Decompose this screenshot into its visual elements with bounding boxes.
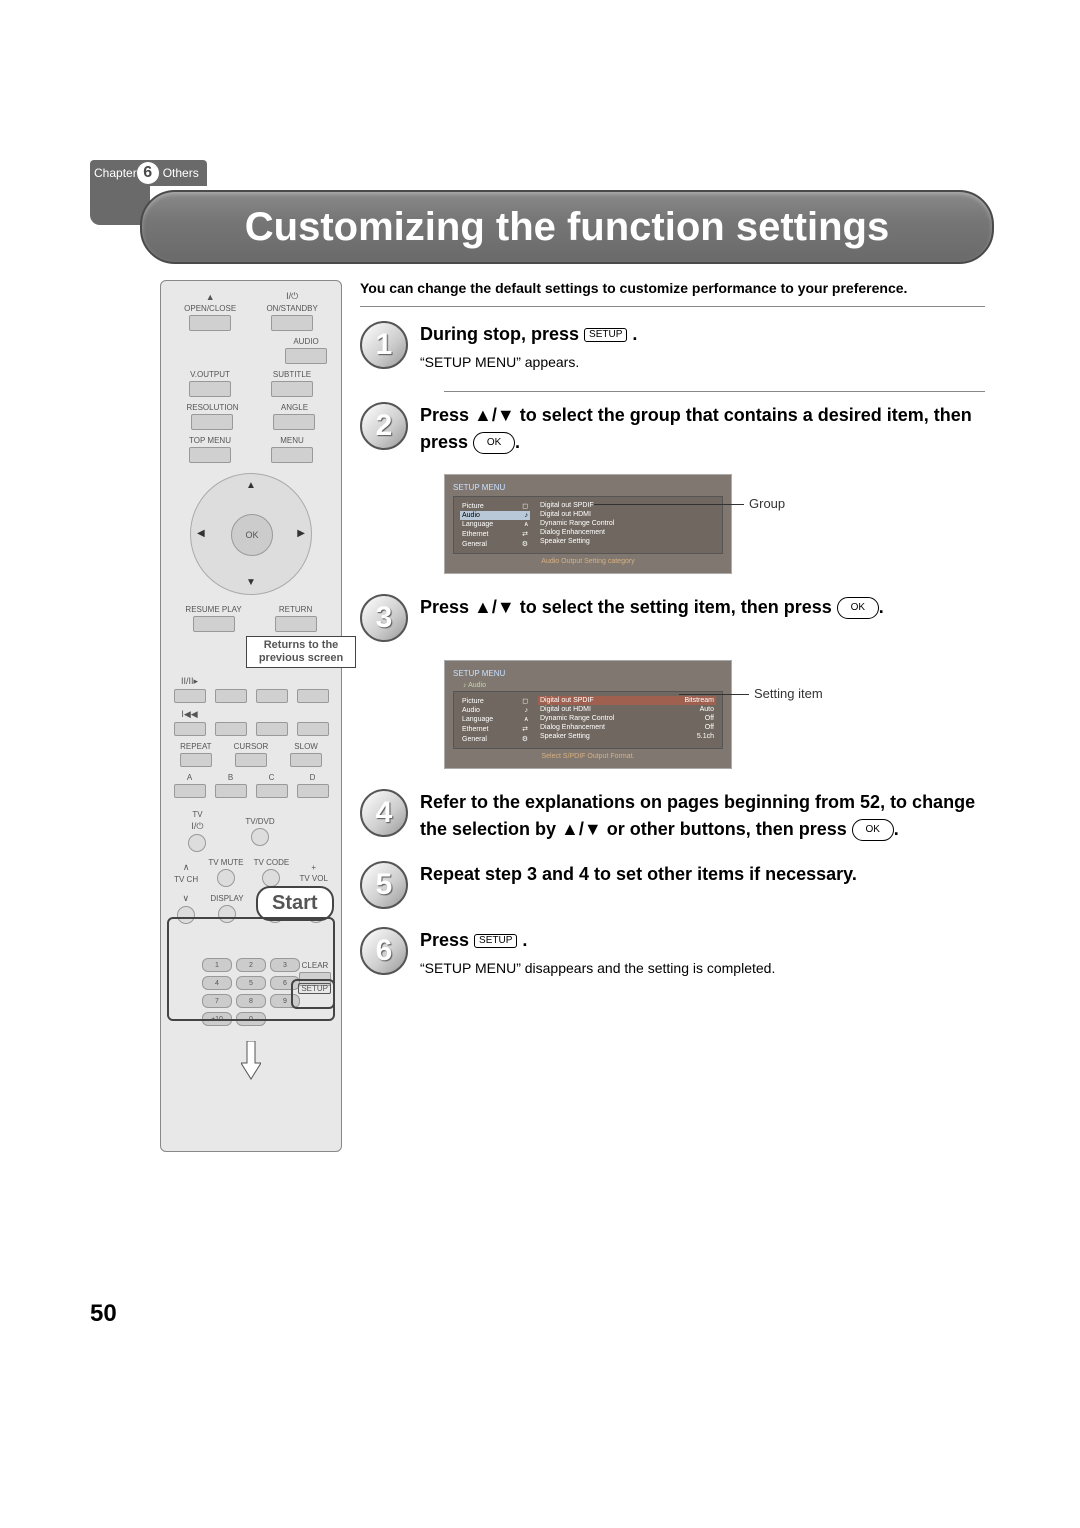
remote-control-diagram: ▲OPEN/CLOSE I/⏻ON/STANDBY AUDIO V.OUTPUT… (160, 280, 342, 1152)
remote-label-resolution: RESOLUTION (186, 403, 238, 412)
step-number-4: 4 (360, 789, 408, 837)
down-arrow-icon (497, 597, 515, 617)
remote-label-return: RETURN (279, 605, 312, 614)
chapter-number: 6 (137, 162, 159, 184)
remote-label-setup: SETUP (298, 983, 331, 994)
up-arrow-icon (474, 405, 492, 425)
step-number-3: 3 (360, 594, 408, 642)
remote-label-resumeplay: RESUME PLAY (185, 605, 241, 614)
remote-label-onstandby: ON/STANDBY (266, 304, 317, 313)
remote-label-angle: ANGLE (281, 403, 308, 412)
remote-label-topmenu: TOP MENU (189, 436, 231, 445)
ok-button-icon: OK (837, 597, 879, 619)
chapter-tab: Chapter 6 Others (90, 160, 207, 186)
remote-label-audio: AUDIO (293, 337, 318, 346)
setup-menu-diagram-1: SETUP MENU Picture◻Audio♪LanguageᴀEthern… (444, 474, 732, 574)
step-4: 4 Refer to the explanations on pages beg… (360, 789, 985, 843)
step-2: 2 Press / to select the group that conta… (360, 402, 985, 456)
remote-label-subtitle: SUBTITLE (273, 370, 311, 379)
remote-dpad: ▲ ◀ ▶ ▼ OK (190, 473, 312, 595)
setup-menu-diagram-2: SETUP MENU ♪ Audio Picture◻Audio♪Languag… (444, 660, 732, 769)
step-number-1: 1 (360, 321, 408, 369)
step-number-5: 5 (360, 861, 408, 909)
page-number: 50 (90, 1300, 117, 1328)
remote-label-voutput: V.OUTPUT (190, 370, 230, 379)
remote-ok-button: OK (231, 514, 273, 556)
intro-text: You can change the default settings to c… (360, 280, 985, 296)
step-number-2: 2 (360, 402, 408, 450)
up-arrow-icon (474, 597, 492, 617)
ok-button-icon: OK (852, 819, 894, 841)
page-title: Customizing the function settings (140, 190, 994, 264)
step-1-note: “SETUP MENU” appears. (420, 352, 985, 373)
ok-button-icon: OK (473, 432, 515, 454)
setup-button-icon: SETUP (474, 934, 517, 948)
diagram-label-group: Group (749, 496, 785, 511)
remote-label-openclose: OPEN/CLOSE (184, 304, 236, 313)
step-6: 6 Press SETUP . “SETUP MENU” disappears … (360, 927, 985, 979)
chapter-name: Others (163, 166, 199, 180)
remote-label-clear: CLEAR (302, 961, 329, 970)
step-5: 5 Repeat step 3 and 4 to set other items… (360, 861, 985, 909)
callout-return: Returns to the previous screen (246, 636, 356, 668)
step-number-6: 6 (360, 927, 408, 975)
callout-start: Start (256, 886, 334, 921)
chapter-label: Chapter (94, 166, 137, 180)
step-1: 1 During stop, press SETUP . “SETUP MENU… (360, 321, 985, 373)
up-arrow-icon (561, 819, 579, 839)
pointer-arrow-icon (241, 1041, 261, 1081)
remote-label-menu: MENU (280, 436, 304, 445)
down-arrow-icon (497, 405, 515, 425)
step-3: 3 Press / to select the setting item, th… (360, 594, 985, 642)
setup-button-icon: SETUP (584, 328, 627, 342)
diagram-label-setting-item: Setting item (754, 686, 823, 701)
down-arrow-icon (584, 819, 602, 839)
step-6-note: “SETUP MENU” disappears and the setting … (420, 958, 985, 979)
